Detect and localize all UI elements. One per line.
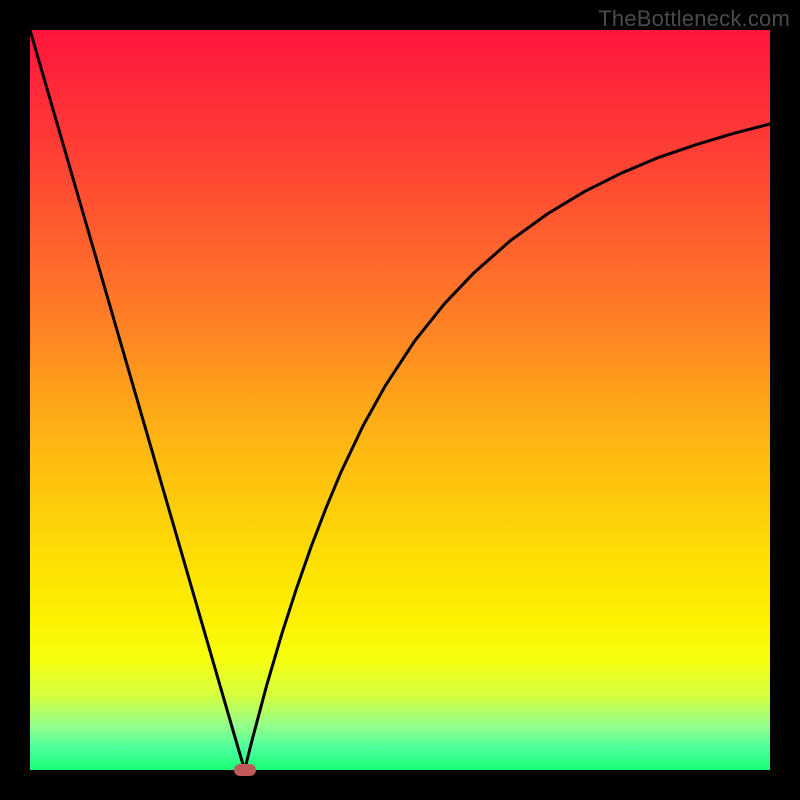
plot-area [30,30,770,770]
bottleneck-curve [30,30,770,770]
chart-frame: TheBottleneck.com [0,0,800,800]
curve-path [30,30,770,770]
attribution-text: TheBottleneck.com [598,6,790,32]
optimal-marker [234,764,256,776]
